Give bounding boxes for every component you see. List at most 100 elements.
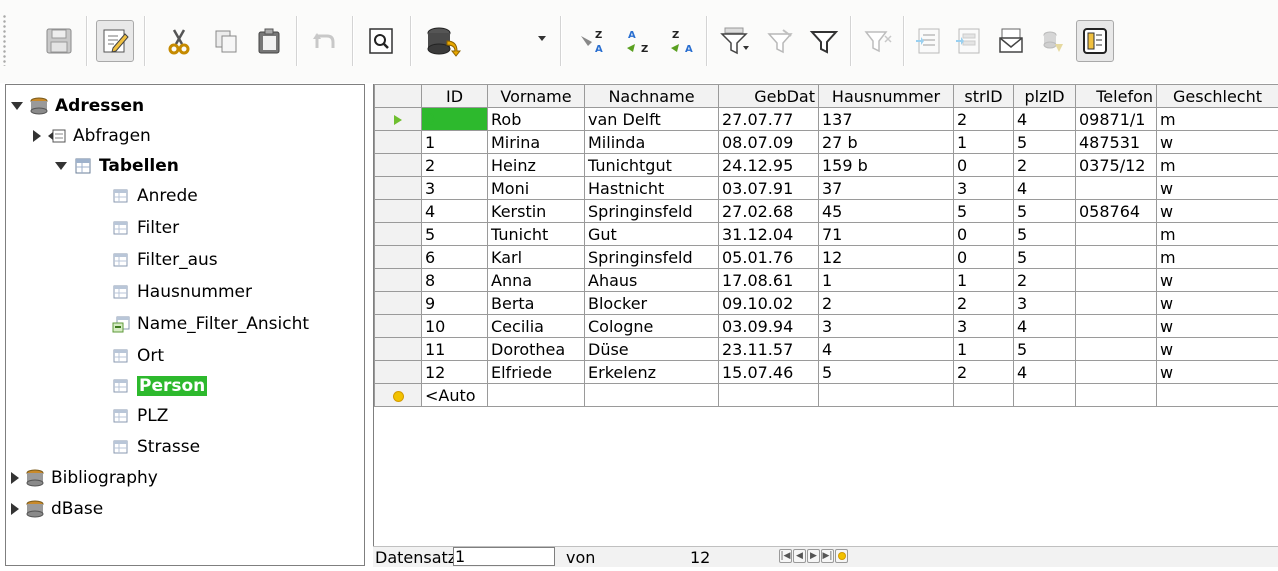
table-cell[interactable]: 24.12.95 (718, 153, 819, 177)
row-header[interactable] (374, 107, 422, 131)
table-cell[interactable]: 0 (421, 107, 488, 131)
data-source-of-document-button[interactable] (1034, 20, 1072, 62)
tree-item-anrede[interactable]: Anrede (111, 183, 198, 209)
table-cell[interactable]: 03.07.91 (718, 176, 819, 200)
next-record-button[interactable]: ▶ (807, 549, 820, 563)
refresh-button[interactable] (418, 20, 468, 62)
table-cell[interactable]: 1 (818, 268, 954, 292)
table-cell[interactable]: 4 (1013, 314, 1076, 338)
expand-arrow-icon[interactable] (11, 503, 19, 515)
mail-merge-button[interactable] (992, 20, 1030, 62)
cut-button[interactable] (160, 20, 198, 62)
table-cell[interactable] (1075, 314, 1157, 338)
table-cell[interactable]: 5 (421, 222, 488, 246)
table-row[interactable]: 10 Cecilia Cologne 03.09.94 3 3 4 w (374, 314, 1278, 338)
table-cell[interactable]: 15.07.46 (718, 360, 819, 384)
reset-filter-button[interactable] (860, 20, 898, 62)
table-cell[interactable]: 11 (421, 337, 488, 361)
table-cell[interactable]: van Delft (584, 107, 719, 131)
table-cell[interactable]: 3 (818, 314, 954, 338)
table-cell[interactable]: Kerstin (487, 199, 585, 223)
data-to-fields-button[interactable] (950, 20, 988, 62)
table-row[interactable]: 6 Karl Springinsfeld 05.01.76 12 0 5 m (374, 245, 1278, 269)
table-cell[interactable]: Cologne (584, 314, 719, 338)
explorer-toggle-button[interactable] (1076, 20, 1114, 62)
table-cell[interactable]: 2 (1013, 153, 1076, 177)
table-cell[interactable]: 6 (421, 245, 488, 269)
first-record-button[interactable]: |◀ (779, 549, 792, 563)
table-cell[interactable]: 27 b (818, 130, 954, 154)
table-cell[interactable]: Springinsfeld (584, 199, 719, 223)
table-cell[interactable] (1075, 176, 1157, 200)
table-cell[interactable]: Hastnicht (584, 176, 719, 200)
table-cell[interactable] (487, 383, 585, 407)
table-cell[interactable]: w (1156, 268, 1278, 292)
table-cell[interactable]: 08.07.09 (718, 130, 819, 154)
row-header-corner[interactable] (374, 84, 422, 108)
tree-item-filter[interactable]: Filter (111, 215, 179, 241)
tree-item-dbase[interactable]: dBase (11, 496, 103, 522)
table-cell[interactable]: 9 (421, 291, 488, 315)
table-cell[interactable]: w (1156, 291, 1278, 315)
tree-item-tabellen[interactable]: Tabellen (55, 153, 179, 179)
table-cell[interactable]: 5 (1013, 337, 1076, 361)
table-cell[interactable]: 0 (953, 153, 1014, 177)
table-cell[interactable] (1075, 268, 1157, 292)
table-row[interactable]: 9 Berta Blocker 09.10.02 2 2 3 w (374, 291, 1278, 315)
table-row[interactable]: 12 Elfriede Erkelenz 15.07.46 5 2 4 w (374, 360, 1278, 384)
table-cell[interactable]: Milinda (584, 130, 719, 154)
apply-filter-button[interactable] (762, 20, 800, 62)
collapse-arrow-icon[interactable] (11, 102, 23, 110)
column-header[interactable]: Vorname (487, 84, 585, 108)
table-cell[interactable]: 4 (1013, 360, 1076, 384)
column-header[interactable]: GebDat (718, 84, 819, 108)
new-record-row[interactable]: <Auto (374, 383, 1278, 407)
row-header[interactable] (374, 176, 422, 200)
table-cell[interactable]: Tunicht (487, 222, 585, 246)
tree-item-plz[interactable]: PLZ (111, 403, 168, 429)
table-row[interactable]: 0 Rob van Delft 27.07.77 137 2 4 09871/1 m (374, 107, 1278, 131)
new-record-button[interactable] (835, 549, 848, 563)
row-header[interactable] (374, 222, 422, 246)
table-cell[interactable]: w (1156, 314, 1278, 338)
toolbar-grip[interactable] (2, 14, 7, 66)
table-cell[interactable]: 27.07.77 (718, 107, 819, 131)
table-cell[interactable]: 05.01.76 (718, 245, 819, 269)
table-cell[interactable]: m (1156, 107, 1278, 131)
copy-button[interactable] (207, 20, 245, 62)
edit-mode-button[interactable] (96, 20, 134, 62)
column-header[interactable]: plzID (1013, 84, 1076, 108)
table-cell[interactable]: Ahaus (584, 268, 719, 292)
tree-item-strasse[interactable]: Strasse (111, 434, 200, 460)
table-cell[interactable]: 4 (421, 199, 488, 223)
table-cell[interactable]: m (1156, 153, 1278, 177)
table-cell[interactable]: 12 (421, 360, 488, 384)
table-cell[interactable]: 2 (818, 291, 954, 315)
column-header[interactable]: Nachname (584, 84, 719, 108)
table-cell[interactable]: 71 (818, 222, 954, 246)
table-cell[interactable] (1075, 245, 1157, 269)
table-cell[interactable]: 5 (1013, 199, 1076, 223)
table-cell[interactable] (1075, 291, 1157, 315)
table-cell[interactable]: 487531 (1075, 130, 1157, 154)
record-number-input[interactable]: 1 (453, 547, 555, 566)
table-cell[interactable]: 0 (953, 245, 1014, 269)
previous-record-button[interactable]: ◀ (793, 549, 806, 563)
sort-button[interactable]: ZA (575, 20, 613, 62)
table-cell[interactable]: 31.12.04 (718, 222, 819, 246)
table-cell[interactable]: 10 (421, 314, 488, 338)
table-cell[interactable]: 5 (1013, 245, 1076, 269)
table-cell[interactable]: Gut (584, 222, 719, 246)
column-header[interactable]: ID (421, 84, 488, 108)
table-cell[interactable]: 27.02.68 (718, 199, 819, 223)
last-record-button[interactable]: ▶| (821, 549, 834, 563)
table-cell[interactable] (718, 383, 819, 407)
tree-item-person[interactable]: Person (111, 373, 208, 399)
table-cell[interactable]: Heinz (487, 153, 585, 177)
table-row[interactable]: 2 Heinz Tunichtgut 24.12.95 159 b 0 2 0375/12 m (374, 153, 1278, 177)
table-cell[interactable]: 8 (421, 268, 488, 292)
table-cell[interactable]: 12 (818, 245, 954, 269)
table-cell[interactable] (1075, 337, 1157, 361)
row-header[interactable] (374, 337, 422, 361)
table-row[interactable]: 4 Kerstin Springinsfeld 27.02.68 45 5 5 058764 w (374, 199, 1278, 223)
